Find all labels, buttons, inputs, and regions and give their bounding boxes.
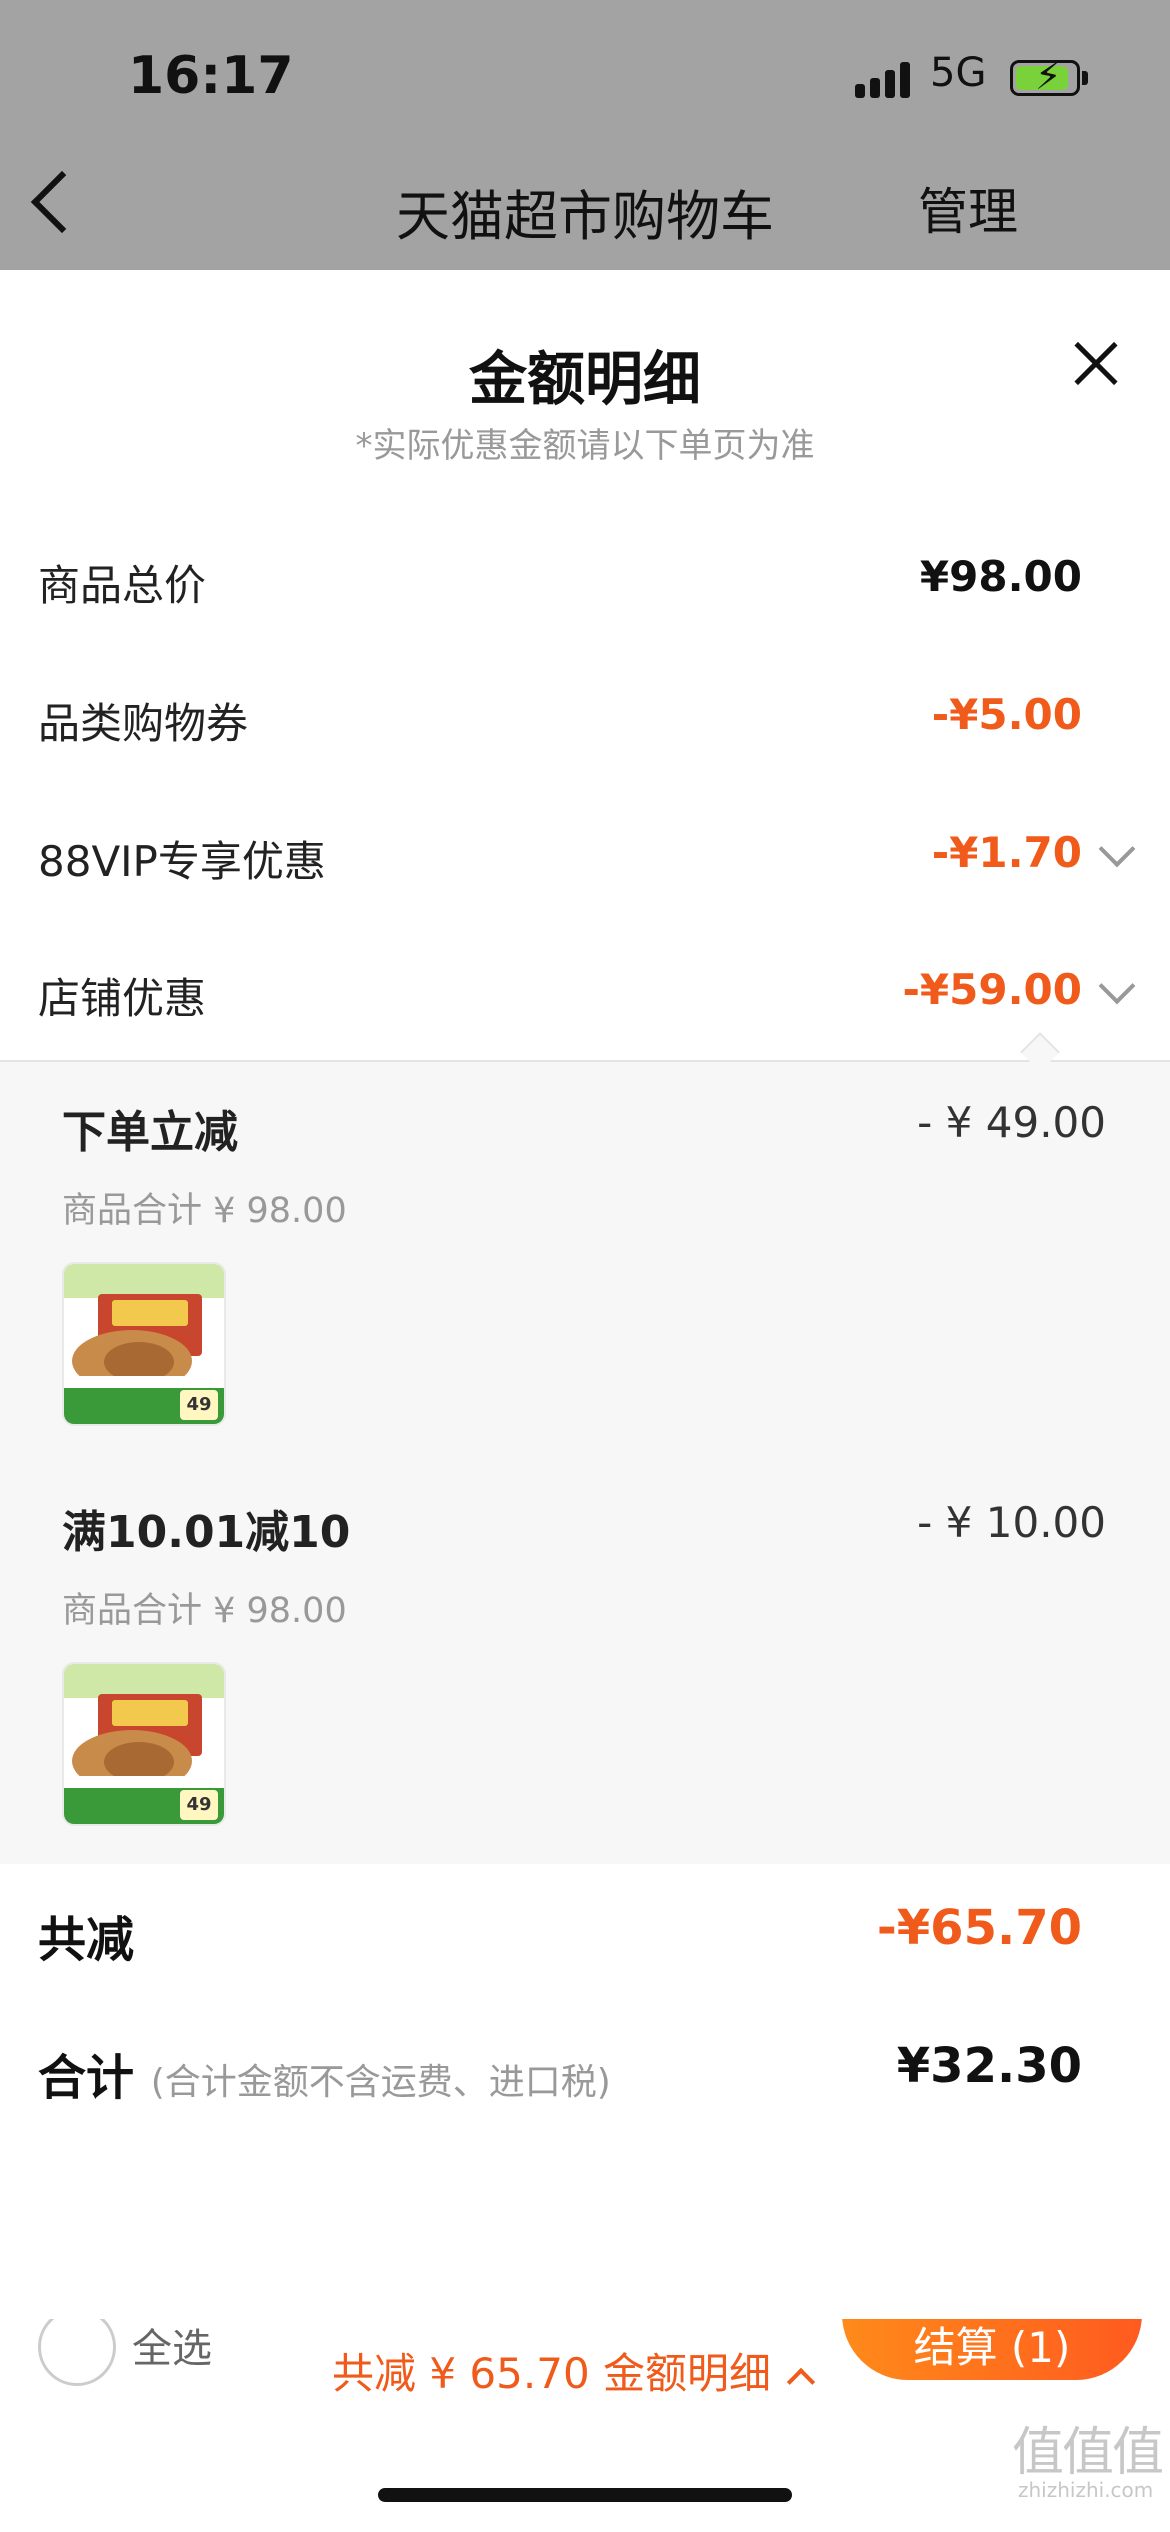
row-label-store-discount[interactable]: 店铺优惠 — [38, 965, 206, 1026]
summary-text: 共减 ¥ 65.70 金额明细 — [332, 2349, 772, 2398]
total-discount-label: 共减 — [38, 1912, 135, 1968]
watermark-logo: 值值值 — [1012, 2423, 1164, 2483]
discount-amount: - ¥ 49.00 — [917, 1098, 1106, 1147]
grand-total-text: 合计 — [38, 2050, 135, 2106]
row-label-88vip[interactable]: 88VIP专享优惠 — [38, 828, 326, 889]
sheet-title: 金额明细 — [468, 345, 701, 413]
watermark-url: zhizhizhi.com — [1018, 2478, 1154, 2502]
status-time: 16:17 — [128, 46, 294, 106]
grand-total-label: 合计 (合计金额不含运费、进口税) — [38, 2038, 611, 2108]
battery-icon: ⚡ — [1010, 57, 1080, 96]
grand-total-value: ¥32.30 — [896, 2038, 1082, 2094]
discount-subtotal: 商品合计 ¥ 98.00 — [62, 1591, 347, 1631]
select-all-label[interactable]: 全选 — [132, 2316, 212, 2374]
discount-amount: - ¥ 10.00 — [917, 1498, 1106, 1547]
row-value-category-coupon: -¥5.00 — [931, 690, 1082, 739]
manage-button[interactable]: 管理 — [918, 172, 1018, 244]
select-all-checkbox[interactable] — [38, 2308, 116, 2386]
sheet-bottom-edge — [0, 2245, 1170, 2319]
home-indicator[interactable] — [378, 2488, 792, 2502]
chevron-up-icon — [786, 2367, 816, 2397]
price-badge: 49 — [180, 1390, 218, 1420]
discount-title: 满10.01减10 — [62, 1507, 351, 1558]
row-label-product-total: 商品总价 — [38, 561, 207, 610]
grand-total-note: (合计金额不含运费、进口税) — [150, 2062, 611, 2103]
row-value-88vip: -¥1.70 — [931, 828, 1082, 877]
amount-detail-toggle[interactable]: 共减 ¥ 65.70 金额明细 — [332, 2340, 816, 2401]
row-label-category-coupon: 品类购物券 — [38, 699, 249, 748]
product-thumbnail[interactable]: 49 — [62, 1262, 226, 1426]
price-badge: 49 — [180, 1790, 218, 1820]
battery-tip — [1082, 71, 1088, 85]
row-value-product-total: ¥98.00 — [919, 552, 1082, 601]
product-thumbnail[interactable]: 49 — [62, 1662, 226, 1826]
signal-icon — [855, 62, 915, 98]
network-label: 5G — [930, 50, 987, 96]
sheet-note: *实际优惠金额请以下单页为准 — [355, 426, 815, 466]
close-icon[interactable] — [1068, 336, 1124, 392]
discount-title: 下单立减 — [62, 1107, 238, 1158]
discount-subtotal: 商品合计 ¥ 98.00 — [62, 1191, 347, 1231]
row-value-store-discount: -¥59.00 — [902, 965, 1082, 1014]
total-discount-value: -¥65.70 — [876, 1900, 1082, 1956]
